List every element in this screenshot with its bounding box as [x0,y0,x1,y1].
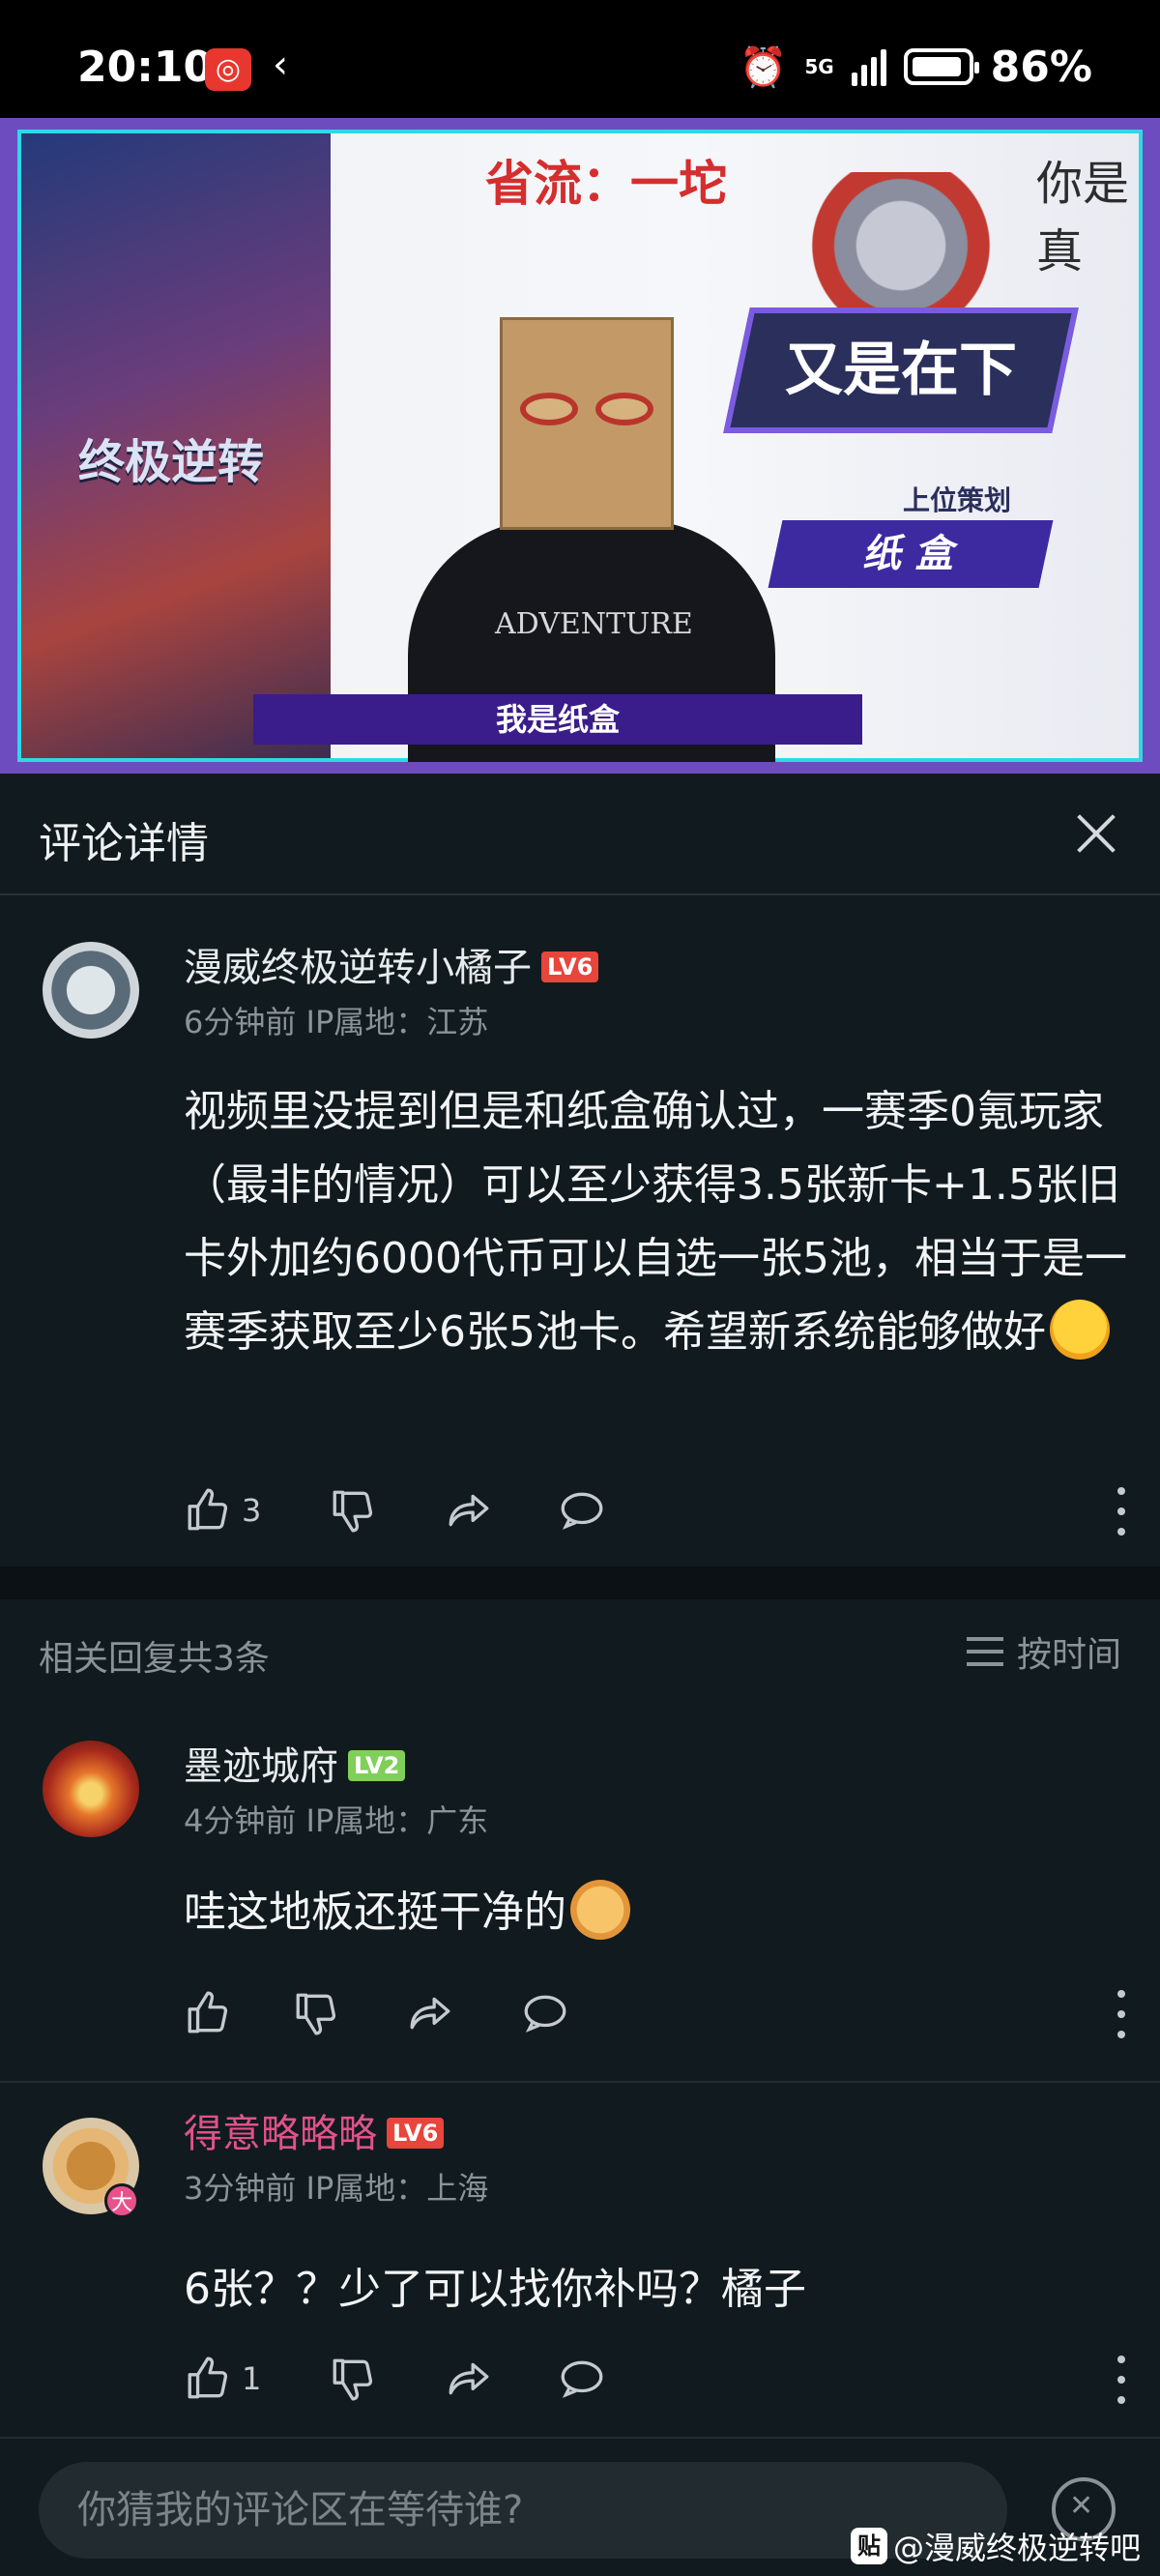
share-icon [449,2362,489,2395]
reply-button[interactable] [557,2350,607,2408]
reply-button[interactable] [520,1984,570,2042]
reply-meta: 3分钟前 IP属地：上海 [184,2170,489,2207]
thumbs-up-icon [188,1991,228,2034]
poster-title: 终极逆转 [77,435,264,489]
share-icon [410,1997,450,2030]
presenter: ADVENTURE [408,288,775,762]
comment-bubble-icon [561,1492,603,1530]
video-badge: 又是在下 [723,307,1079,433]
like-count: 1 [242,2360,262,2397]
level-badge: LV2 [348,1750,406,1781]
reply-separator [0,2081,1160,2083]
share-button[interactable] [445,2350,493,2408]
reply-actions: 1 [184,2350,1131,2408]
tieba-logo-icon: 贴 [850,2528,887,2564]
sort-icon [966,1637,1003,1666]
comment-username[interactable]: 漫威终极逆转小橘子 LV6 [184,936,599,992]
battery-level: 86% [990,42,1092,92]
comment-bubble-icon [561,2360,603,2398]
main-comment: 漫威终极逆转小橘子 LV6 6分钟前 IP属地：江苏 视频里没提到但是和纸盒确认过… [0,895,1160,1566]
dislike-button[interactable] [329,2350,377,2408]
sort-button[interactable]: 按时间 [966,1626,1121,1677]
share-button[interactable] [445,1481,493,1539]
cardboard-box-head [500,317,674,530]
vip-badge-icon: 大 [104,2183,139,2218]
comment-input[interactable] [77,2462,967,2559]
video-frame: 终极逆转 省流：一坨 你是真 又是在下 上位策划 纸 盒 ADVENTURE 我… [17,130,1143,762]
name-label: 纸 盒 [768,520,1054,588]
comment-text: 视频里没提到但是和纸盒确认过，一赛季0氪玩家（最非的情况）可以至少获得3.5张新… [184,1075,1131,1369]
role-label: 上位策划 [903,484,1012,516]
back-arrow-icon[interactable]: ‹ [273,43,288,87]
thumbs-up-icon [188,2356,228,2399]
status-indicators: ⏰ 5G 86% [739,42,1092,92]
video-subtitle: 我是纸盒 [253,694,862,745]
shocked-emoji-icon [1050,1300,1110,1360]
alarm-icon: ⏰ [739,44,788,90]
avatar[interactable] [43,1741,139,1837]
battery-icon [903,48,979,85]
reply-button[interactable] [557,1481,607,1539]
status-time: 20:10 [77,43,214,92]
status-bar: 20:10 ◎ ‹ ⏰ 5G 86% [0,0,1160,118]
game-poster: 终极逆转 [21,133,331,758]
comment-detail-header: 评论详情 [0,774,1160,895]
more-options-icon[interactable] [1112,1487,1131,1536]
level-badge: LV6 [387,2118,445,2149]
dislike-button[interactable] [292,1984,340,2042]
thumbs-up-icon [188,1488,228,1531]
watermark: 贴 @漫威终极逆转吧 [850,2524,1141,2568]
level-badge: LV6 [541,951,599,982]
reply-text: 6张？？少了可以找你补吗？橘子 [184,2265,806,2314]
like-button[interactable]: 1 [184,2350,261,2408]
video-top-caption: 省流：一坨 [485,156,727,212]
close-icon[interactable] [1065,803,1127,864]
like-count: 3 [242,1492,262,1529]
reply-item: 墨迹城府 LV2 4分钟前 IP属地：广东 哇这地板还挺干净的 [0,1721,1160,2079]
thumbs-down-icon [333,2358,373,2401]
share-icon [449,1494,489,1527]
video-player[interactable]: 终极逆转 省流：一坨 你是真 又是在下 上位策划 纸 盒 ADVENTURE 我… [0,118,1160,774]
reply-text: 哇这地板还挺干净的 [184,1876,1131,1949]
more-options-icon[interactable] [1112,2356,1131,2404]
replies-count: 相关回复共3条 [39,1639,270,1679]
like-button[interactable] [184,1984,242,2042]
thumbs-down-icon [296,1993,336,2035]
more-options-icon[interactable] [1112,1990,1131,2038]
doge-emoji-icon [570,1880,630,1940]
avatar[interactable] [43,942,139,1039]
comment-bubble-icon [524,1995,566,2033]
shirt-text: ADVENTURE [495,607,693,641]
section-divider [0,1566,1160,1599]
comment-actions: 3 [184,1481,1131,1539]
reply-actions [184,1984,1131,2042]
share-button[interactable] [406,1984,454,2042]
comment-meta: 6分钟前 IP属地：江苏 [184,1004,489,1040]
reply-username[interactable]: 得意略略略 LV6 [184,2102,445,2158]
reply-item: 大 得意略略略 LV6 3分钟前 IP属地：上海 6张？？少了可以找你补吗？橘子 … [0,2089,1160,2437]
like-button[interactable]: 3 [184,1481,261,1539]
composer-separator [0,2437,1160,2439]
reply-username[interactable]: 墨迹城府 LV2 [184,1735,406,1791]
watermark-text: @漫威终极逆转吧 [892,2530,1141,2566]
reply-meta: 4分钟前 IP属地：广东 [184,1802,489,1839]
video-right-caption: 你是真 [1036,157,1130,278]
sort-label: 按时间 [1016,1635,1121,1675]
signal-icon [851,47,886,86]
network-type: 5G [804,55,834,78]
thumbs-down-icon [333,1490,373,1533]
netease-music-icon: ◎ [205,48,251,91]
panel-title: 评论详情 [39,819,209,868]
dislike-button[interactable] [329,1481,377,1539]
